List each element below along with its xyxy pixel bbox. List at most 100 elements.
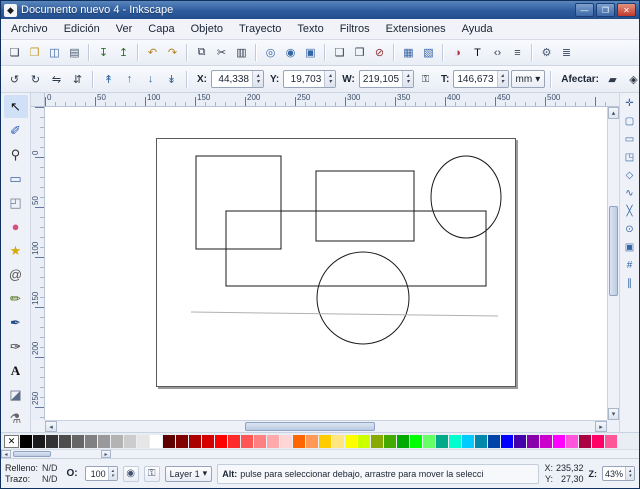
menu-ayuda[interactable]: Ayuda: [454, 20, 501, 38]
dropper-tool-button[interactable]: ⚗: [4, 407, 28, 430]
color-swatch[interactable]: [423, 435, 435, 448]
text-tool-button[interactable]: A: [4, 359, 28, 382]
scroll-down-icon[interactable]: ▾: [608, 408, 619, 420]
gradient-tool-button[interactable]: ◪: [4, 383, 28, 406]
spinner-arrows-icon[interactable]: ▴▾: [324, 71, 335, 87]
minimize-button[interactable]: —: [575, 3, 594, 17]
scroll-left-icon[interactable]: ◂: [45, 421, 57, 432]
snap-toggle-button[interactable]: ✛: [621, 95, 638, 112]
palette-scrollbar[interactable]: ◂ ▸: [1, 449, 639, 458]
spinner-arrows-icon[interactable]: ▴▾: [108, 467, 117, 480]
document-properties-button[interactable]: ≣: [557, 43, 576, 62]
zoom-value[interactable]: 43%: [603, 469, 625, 479]
zoom-selection-button[interactable]: ◎: [261, 43, 280, 62]
pencil-tool-button[interactable]: ✏: [4, 287, 28, 310]
color-swatch[interactable]: [527, 435, 539, 448]
color-swatch[interactable]: [332, 435, 344, 448]
horizontal-scrollbar[interactable]: ◂ ▸: [45, 420, 607, 432]
color-swatch[interactable]: [20, 435, 32, 448]
color-swatch[interactable]: [280, 435, 292, 448]
flip-horizontal-button[interactable]: ⇋: [47, 70, 66, 89]
menu-filtros[interactable]: Filtros: [332, 20, 378, 38]
star-tool-button[interactable]: ★: [4, 239, 28, 262]
spinner-arrows-icon[interactable]: ▴▾: [497, 71, 508, 87]
calligraphy-tool-button[interactable]: ✑: [4, 335, 28, 358]
copy-button[interactable]: ⧉: [192, 43, 211, 62]
color-swatch[interactable]: [371, 435, 383, 448]
color-swatch[interactable]: [540, 435, 552, 448]
color-swatch[interactable]: [579, 435, 591, 448]
color-swatch[interactable]: [410, 435, 422, 448]
color-swatch[interactable]: [462, 435, 474, 448]
vertical-scroll-track[interactable]: [608, 119, 619, 408]
color-swatch[interactable]: [605, 435, 617, 448]
horizontal-scroll-track[interactable]: [57, 421, 595, 432]
scroll-up-icon[interactable]: ▴: [608, 107, 619, 119]
box3d-tool-button[interactable]: ◰: [4, 191, 28, 214]
snap-bbox-button[interactable]: ▢: [621, 113, 638, 130]
node-tool-button[interactable]: ✐: [4, 119, 28, 142]
color-swatch[interactable]: [319, 435, 331, 448]
zoom-tool-button[interactable]: ⚲: [4, 143, 28, 166]
duplicate-button[interactable]: ❑: [330, 43, 349, 62]
color-swatch[interactable]: [241, 435, 253, 448]
no-color-swatch[interactable]: ✕: [4, 435, 19, 448]
snap-page-border-button[interactable]: ▣: [621, 239, 638, 256]
opacity-value[interactable]: 100: [86, 469, 108, 479]
color-swatch[interactable]: [46, 435, 58, 448]
lower-to-bottom-button[interactable]: ↡: [162, 70, 181, 89]
titlebar[interactable]: ◆ Documento nuevo 4 - Inkscape — ❐ ✕: [1, 1, 639, 19]
color-swatch[interactable]: [449, 435, 461, 448]
color-swatch[interactable]: [475, 435, 487, 448]
vertical-scroll-thumb[interactable]: [609, 206, 618, 296]
color-swatch[interactable]: [566, 435, 578, 448]
menu-archivo[interactable]: Archivo: [3, 20, 56, 38]
vertical-scrollbar[interactable]: ▴ ▾: [607, 107, 619, 420]
snap-paths-button[interactable]: ∿: [621, 185, 638, 202]
raise-to-top-button[interactable]: ↟: [99, 70, 118, 89]
menu-texto[interactable]: Texto: [289, 20, 331, 38]
height-value[interactable]: 146,673: [454, 74, 496, 85]
spiral-tool-button[interactable]: @: [4, 263, 28, 286]
stroke-value[interactable]: N/D: [42, 474, 58, 484]
color-swatch[interactable]: [163, 435, 175, 448]
color-swatch[interactable]: [345, 435, 357, 448]
color-swatch[interactable]: [553, 435, 565, 448]
color-swatch[interactable]: [436, 435, 448, 448]
horizontal-scroll-thumb[interactable]: [245, 422, 375, 431]
clone-button[interactable]: ❒: [350, 43, 369, 62]
fill-value[interactable]: N/D: [42, 463, 58, 473]
import-button[interactable]: ↧: [94, 43, 113, 62]
align-dialog-button[interactable]: ≡: [508, 43, 527, 62]
lock-ratio-icon[interactable]: ⚿: [416, 70, 435, 89]
color-swatch[interactable]: [228, 435, 240, 448]
color-swatch[interactable]: [189, 435, 201, 448]
color-swatch[interactable]: [358, 435, 370, 448]
color-swatch[interactable]: [397, 435, 409, 448]
height-input[interactable]: 146,673 ▴▾: [453, 70, 508, 88]
layer-lock-icon[interactable]: ⚿: [144, 466, 160, 482]
x-input[interactable]: 44,338 ▴▾: [211, 70, 264, 88]
width-value[interactable]: 219,105: [360, 74, 402, 85]
snap-intersections-button[interactable]: ╳: [621, 203, 638, 220]
pen-tool-button[interactable]: ✒: [4, 311, 28, 334]
ungroup-button[interactable]: ▧: [419, 43, 438, 62]
layer-visibility-icon[interactable]: ◉: [123, 466, 139, 482]
raise-button[interactable]: ↑: [120, 70, 139, 89]
palette-scroll-right-icon[interactable]: ▸: [101, 450, 111, 458]
menu-edicion[interactable]: Edición: [56, 20, 108, 38]
y-input[interactable]: 19,703 ▴▾: [283, 70, 336, 88]
close-button[interactable]: ✕: [617, 3, 636, 17]
color-swatch[interactable]: [501, 435, 513, 448]
scroll-right-icon[interactable]: ▸: [595, 421, 607, 432]
spinner-arrows-icon[interactable]: ▴▾: [402, 71, 413, 87]
color-swatch[interactable]: [514, 435, 526, 448]
unlink-clone-button[interactable]: ⊘: [370, 43, 389, 62]
color-swatch[interactable]: [306, 435, 318, 448]
color-swatch[interactable]: [592, 435, 604, 448]
palette-scroll-left-icon[interactable]: ◂: [1, 450, 11, 458]
canvas-page[interactable]: [156, 138, 516, 387]
color-swatch[interactable]: [267, 435, 279, 448]
affect-corners-toggle[interactable]: ◈: [624, 70, 640, 89]
spinner-arrows-icon[interactable]: ▴▾: [625, 467, 634, 480]
